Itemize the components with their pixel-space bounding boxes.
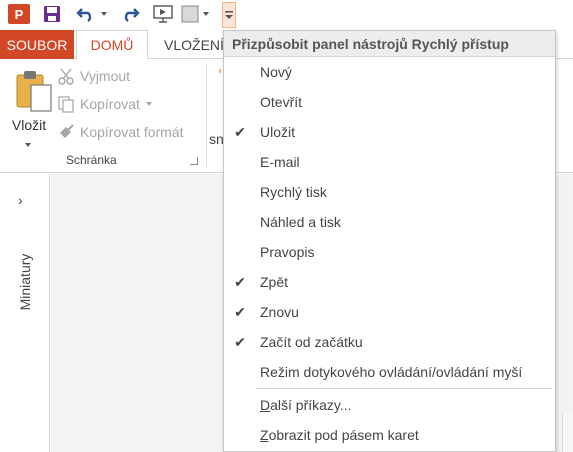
customize-qat-icon bbox=[225, 11, 233, 19]
shape-dropdown-button[interactable] bbox=[200, 0, 212, 28]
menu-item-label: E-mail bbox=[260, 154, 300, 170]
start-from-beginning-button[interactable] bbox=[150, 0, 176, 28]
customize-qat-menu: Přizpůsobit panel nástrojů Rychlý přístu… bbox=[223, 30, 556, 452]
menu-item-label: Další příkazy... bbox=[260, 397, 352, 413]
check-icon: ✔ bbox=[234, 303, 246, 320]
redo-icon bbox=[124, 8, 140, 22]
powerpoint-logo-icon[interactable]: P bbox=[6, 0, 32, 28]
scissors-icon bbox=[56, 67, 76, 85]
menu-item-label: Uložit bbox=[260, 124, 296, 140]
cut-label: Vyjmout bbox=[80, 68, 131, 84]
menu-item-save[interactable]: ✔ Uložit bbox=[224, 119, 555, 145]
menu-item-open[interactable]: Otevřít bbox=[224, 89, 555, 115]
save-icon bbox=[44, 6, 60, 22]
check-icon: ✔ bbox=[234, 333, 246, 350]
format-painter-icon bbox=[56, 123, 76, 141]
menu-item-undo[interactable]: ✔ Zpět bbox=[224, 269, 555, 295]
tab-insert[interactable]: VLOŽENÍ bbox=[156, 30, 226, 59]
format-painter-label: Kopírovat formát bbox=[80, 124, 184, 140]
undo-button[interactable] bbox=[74, 0, 98, 28]
shape-icon bbox=[181, 5, 199, 23]
menu-item-new[interactable]: Nový bbox=[224, 59, 555, 85]
menu-item-label: Zobrazit pod pásem karet bbox=[260, 427, 419, 443]
copy-icon bbox=[56, 95, 76, 113]
menu-item-label: Otevřít bbox=[260, 94, 303, 110]
menu-item-show-below-ribbon[interactable]: Zobrazit pod pásem karet bbox=[224, 422, 555, 448]
menu-item-touch-mouse-mode[interactable]: Režim dotykového ovládání/ovládání myší bbox=[224, 359, 555, 385]
cut-button[interactable]: Vyjmout bbox=[56, 65, 130, 87]
shape-button[interactable] bbox=[178, 0, 202, 28]
menu-item-redo[interactable]: ✔ Znovu bbox=[224, 299, 555, 325]
menu-item-quick-print[interactable]: Rychlý tisk bbox=[224, 179, 555, 205]
chevron-down-icon bbox=[25, 143, 31, 147]
thumbnails-label: Miniatury bbox=[17, 253, 33, 311]
save-button[interactable] bbox=[40, 0, 64, 28]
quick-access-toolbar: P bbox=[0, 0, 573, 30]
menu-title: Přizpůsobit panel nástrojů Rychlý přístu… bbox=[224, 31, 555, 57]
menu-item-label: Pravopis bbox=[260, 244, 315, 260]
thumbnails-pane: › Miniatury bbox=[0, 174, 50, 452]
menu-item-label: Zpět bbox=[260, 274, 289, 290]
tab-home[interactable]: DOMŮ bbox=[76, 30, 148, 60]
group-divider bbox=[206, 63, 207, 167]
undo-icon bbox=[76, 8, 92, 22]
menu-item-more-commands[interactable]: Další příkazy... bbox=[224, 392, 555, 418]
expand-chevron-icon[interactable]: › bbox=[18, 192, 23, 208]
check-icon: ✔ bbox=[234, 273, 246, 290]
copy-label: Kopírovat bbox=[80, 96, 140, 112]
menu-item-label: Rychlý tisk bbox=[260, 184, 327, 200]
menu-item-label: Náhled a tisk bbox=[260, 214, 341, 230]
menu-item-print-preview[interactable]: Náhled a tisk bbox=[224, 209, 555, 235]
copy-button[interactable]: Kopírovat bbox=[56, 93, 152, 115]
check-icon: ✔ bbox=[234, 123, 246, 140]
redo-button[interactable] bbox=[118, 0, 142, 28]
format-painter-button[interactable]: Kopírovat formát bbox=[56, 121, 184, 143]
paste-button[interactable]: Vložit bbox=[6, 67, 52, 153]
start-from-beginning-icon bbox=[153, 5, 173, 23]
menu-item-label: Začít od začátku bbox=[260, 334, 363, 350]
next-group-partial-label: sn bbox=[209, 131, 224, 147]
menu-item-start-from-beginning[interactable]: ✔ Začít od začátku bbox=[224, 329, 555, 355]
menu-item-label: Režim dotykového ovládání/ovládání myší bbox=[260, 364, 523, 380]
chevron-down-icon bbox=[101, 12, 107, 16]
tab-file[interactable]: SOUBOR bbox=[0, 30, 74, 59]
chevron-down-icon bbox=[203, 12, 209, 16]
menu-item-label: Nový bbox=[260, 64, 292, 80]
app-badge: P bbox=[8, 4, 30, 24]
clipboard-group-label: Schránka bbox=[66, 153, 117, 167]
customize-qat-button[interactable] bbox=[222, 2, 236, 28]
undo-dropdown-button[interactable] bbox=[98, 0, 110, 28]
chevron-down-icon bbox=[145, 102, 152, 106]
paste-label: Vložit bbox=[11, 117, 47, 133]
menu-item-email[interactable]: E-mail bbox=[224, 149, 555, 175]
scrollbar[interactable] bbox=[562, 412, 573, 452]
dialog-launcher-icon[interactable] bbox=[190, 157, 198, 165]
menu-divider bbox=[256, 388, 552, 389]
paste-icon bbox=[16, 71, 52, 112]
menu-item-label: Znovu bbox=[260, 304, 299, 320]
menu-item-spelling[interactable]: Pravopis bbox=[224, 239, 555, 265]
qat-indicator bbox=[219, 69, 221, 73]
